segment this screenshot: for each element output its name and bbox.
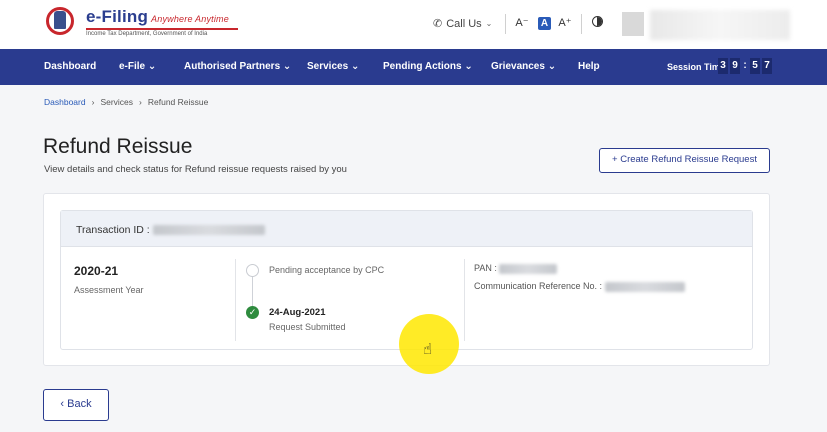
breadcrumb-separator: › bbox=[139, 97, 142, 107]
create-refund-reissue-button[interactable]: + Create Refund Reissue Request bbox=[599, 148, 770, 173]
session-time-label: Session Time bbox=[667, 62, 725, 72]
efiling-logo[interactable]: e-Filing Anywhere Anytime Income Tax Depa… bbox=[44, 5, 238, 39]
nav-grievances[interactable]: Grievances ⌄ bbox=[491, 61, 556, 72]
step-submitted-date: 24-Aug-2021 bbox=[269, 307, 326, 318]
divider bbox=[505, 14, 506, 34]
breadcrumb-services[interactable]: Services bbox=[100, 97, 133, 107]
divider bbox=[581, 14, 582, 34]
nav-dashboard[interactable]: Dashboard bbox=[44, 61, 96, 72]
assessment-year-value: 2020-21 bbox=[74, 264, 119, 278]
hand-cursor-icon: ☝ bbox=[423, 341, 433, 358]
page-subtitle: View details and check status for Refund… bbox=[44, 164, 347, 175]
step-pending-label: Pending acceptance by CPC bbox=[269, 265, 385, 275]
transaction-id-redacted bbox=[152, 225, 265, 236]
communication-reference-row: Communication Reference No. : bbox=[474, 281, 685, 292]
breadcrumb-dashboard[interactable]: Dashboard bbox=[44, 97, 86, 107]
page-title: Refund Reissue bbox=[43, 135, 193, 158]
contrast-icon[interactable] bbox=[592, 16, 603, 27]
chevron-left-icon: ‹ bbox=[60, 398, 65, 410]
national-emblem-icon bbox=[44, 5, 78, 39]
back-button[interactable]: ‹ Back bbox=[43, 389, 109, 421]
logo-subtitle: Income Tax Department, Government of Ind… bbox=[86, 28, 238, 37]
nav-authorised-partners[interactable]: Authorised Partners ⌄ bbox=[184, 61, 291, 72]
chevron-down-icon: ⌄ bbox=[350, 61, 360, 72]
back-button-label: Back bbox=[67, 398, 92, 410]
check-icon: ✓ bbox=[246, 306, 259, 319]
user-name-redacted[interactable] bbox=[650, 10, 790, 40]
timer-digit: 3 bbox=[718, 58, 728, 74]
font-decrease-button[interactable]: A⁻ bbox=[514, 15, 530, 31]
nav-efile[interactable]: e-File ⌄ bbox=[119, 61, 156, 72]
logo-tagline: Anywhere Anytime bbox=[151, 14, 229, 24]
chevron-down-icon: ⌄ bbox=[485, 19, 493, 28]
session-timer: 3 9 : 5 7 bbox=[718, 58, 772, 74]
call-us-dropdown[interactable]: ✆ Call Us ⌄ bbox=[433, 17, 493, 31]
main-nav: Dashboard e-File ⌄ Authorised Partners ⌄… bbox=[0, 49, 827, 85]
plus-icon: + bbox=[612, 154, 618, 165]
divider bbox=[464, 259, 465, 341]
pan-row: PAN : bbox=[474, 263, 558, 274]
timer-digit: 5 bbox=[750, 58, 760, 74]
nav-help[interactable]: Help bbox=[578, 61, 600, 72]
font-normal-button[interactable]: A bbox=[538, 17, 551, 30]
breadcrumb-current: Refund Reissue bbox=[147, 97, 209, 107]
crn-redacted bbox=[604, 281, 685, 292]
logo-title: e-Filing bbox=[86, 7, 149, 26]
pending-step-icon bbox=[246, 264, 259, 277]
chevron-down-icon: ⌄ bbox=[547, 61, 557, 72]
divider bbox=[235, 259, 236, 341]
chevron-down-icon: ⌄ bbox=[147, 61, 157, 72]
breadcrumb: Dashboard › Services › Refund Reissue bbox=[44, 97, 208, 107]
step-submitted-label: Request Submitted bbox=[269, 322, 346, 332]
header: e-Filing Anywhere Anytime Income Tax Depa… bbox=[0, 0, 827, 49]
assessment-year-label: Assessment Year bbox=[74, 285, 144, 295]
chevron-down-icon: ⌄ bbox=[282, 61, 292, 72]
font-increase-button[interactable]: A⁺ bbox=[557, 15, 573, 31]
timer-digit: 7 bbox=[762, 58, 772, 74]
chevron-down-icon: ⌄ bbox=[464, 61, 473, 72]
avatar[interactable] bbox=[622, 12, 644, 36]
timer-digit: 9 bbox=[730, 58, 740, 74]
create-button-label: Create Refund Reissue Request bbox=[620, 154, 757, 165]
phone-icon: ✆ bbox=[433, 18, 443, 30]
nav-pending-actions[interactable]: Pending Actions ⌄ bbox=[383, 61, 473, 72]
call-us-label: Call Us bbox=[446, 17, 482, 30]
breadcrumb-separator: › bbox=[91, 97, 95, 107]
pan-redacted bbox=[499, 263, 558, 274]
transaction-id: Transaction ID : bbox=[76, 224, 265, 236]
timer-colon: : bbox=[743, 60, 747, 71]
card-header: Transaction ID : bbox=[61, 211, 752, 247]
nav-services[interactable]: Services ⌄ bbox=[307, 61, 359, 72]
